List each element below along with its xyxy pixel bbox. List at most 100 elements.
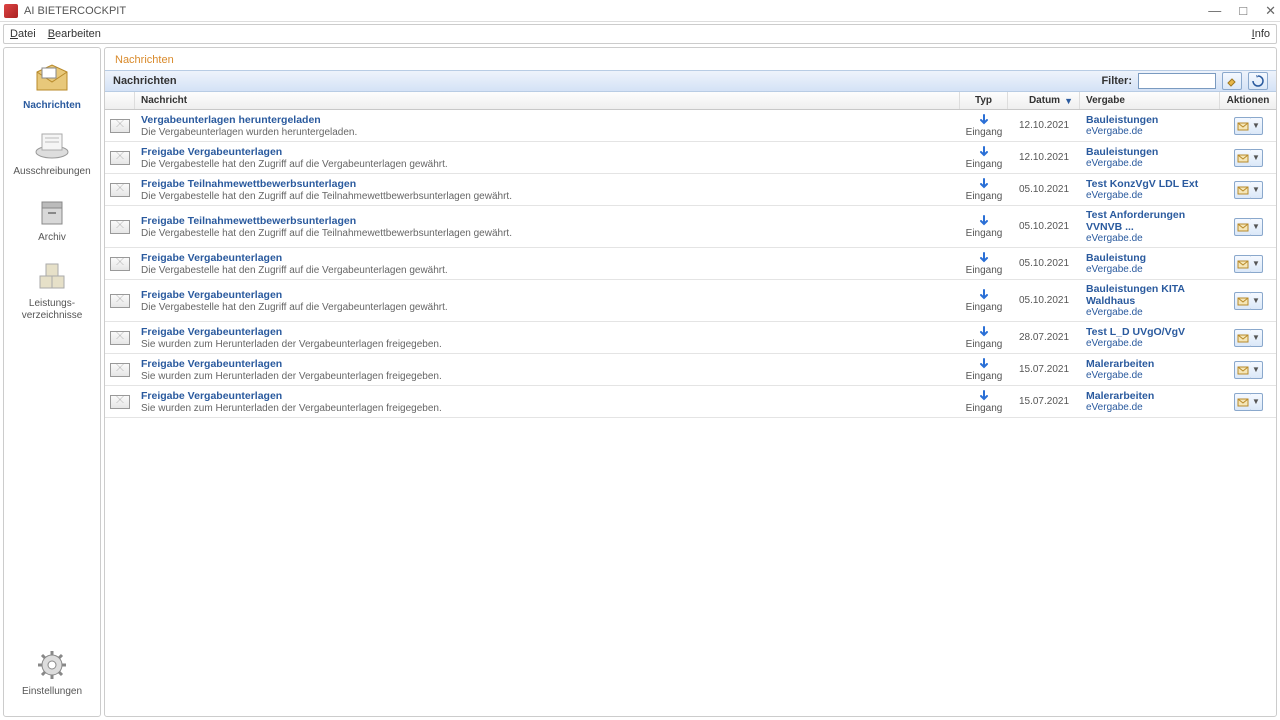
column-header-type[interactable]: Typ [960, 92, 1008, 109]
message-subtitle: Sie wurden zum Herunterladen der Vergabe… [141, 371, 954, 382]
table-row[interactable]: Vergabeunterlagen heruntergeladen Die Ve… [105, 110, 1276, 142]
message-subtitle: Die Vergabestelle hat den Zugriff auf di… [141, 228, 954, 239]
sidebar-item-einstellungen[interactable]: Einstellungen [4, 642, 100, 708]
sidebar-item-leistungsverzeichnisse[interactable]: Leistungs- verzeichnisse [4, 254, 100, 332]
incoming-arrow-icon [978, 252, 990, 264]
action-dropdown-button[interactable]: ▼ [1251, 181, 1263, 199]
sidebar-item-label: Archiv [38, 232, 66, 244]
eraser-icon [1226, 75, 1238, 87]
open-envelope-icon [1237, 258, 1249, 270]
menu-file[interactable]: Datei [10, 28, 36, 40]
open-message-button[interactable] [1234, 117, 1252, 135]
open-message-button[interactable] [1234, 218, 1252, 236]
table-row[interactable]: Freigabe Vergabeunterlagen Die Vergabest… [105, 280, 1276, 322]
type-label: Eingang [966, 159, 1003, 170]
message-subtitle: Die Vergabestelle hat den Zugriff auf di… [141, 191, 954, 202]
table-row[interactable]: Freigabe Vergabeunterlagen Sie wurden zu… [105, 386, 1276, 418]
tender-title: Malerarbeiten [1086, 390, 1214, 402]
incoming-arrow-icon [978, 215, 990, 227]
message-date: 12.10.2021 [1008, 142, 1080, 173]
action-dropdown-button[interactable]: ▼ [1251, 149, 1263, 167]
menu-edit[interactable]: Bearbeiten [48, 28, 101, 40]
type-label: Eingang [966, 228, 1003, 239]
message-status-icon [105, 174, 135, 205]
table-row[interactable]: Freigabe Teilnahmewettbewerbsunterlagen … [105, 206, 1276, 248]
message-date: 05.10.2021 [1008, 206, 1080, 247]
message-date: 05.10.2021 [1008, 248, 1080, 279]
open-message-button[interactable] [1234, 149, 1252, 167]
open-envelope-icon [1237, 184, 1249, 196]
action-dropdown-button[interactable]: ▼ [1251, 393, 1263, 411]
sidebar-item-ausschreibungen[interactable]: Ausschreibungen [4, 122, 100, 188]
archive-icon [31, 194, 73, 228]
column-header-row: Nachricht Typ Datum▼ Vergabe Aktionen [105, 92, 1276, 110]
table-row[interactable]: Freigabe Teilnahmewettbewerbsunterlagen … [105, 174, 1276, 206]
table-row[interactable]: Freigabe Vergabeunterlagen Die Vergabest… [105, 248, 1276, 280]
message-date: 05.10.2021 [1008, 280, 1080, 321]
incoming-arrow-icon [978, 114, 990, 126]
sidebar-item-archiv[interactable]: Archiv [4, 188, 100, 254]
filter-input[interactable] [1138, 73, 1216, 89]
action-dropdown-button[interactable]: ▼ [1251, 255, 1263, 273]
type-label: Eingang [966, 403, 1003, 414]
incoming-arrow-icon [978, 146, 990, 158]
tender-title: Test KonzVgV LDL Ext [1086, 178, 1214, 190]
column-header-message[interactable]: Nachricht [135, 92, 960, 109]
tender-platform: eVergabe.de [1086, 233, 1214, 244]
sidebar-item-label: Ausschreibungen [13, 166, 90, 178]
open-message-button[interactable] [1234, 361, 1252, 379]
action-dropdown-button[interactable]: ▼ [1251, 292, 1263, 310]
app-icon [4, 4, 18, 18]
maximize-button[interactable]: □ [1239, 4, 1247, 17]
message-title: Freigabe Teilnahmewettbewerbsunterlagen [141, 178, 954, 190]
document-tray-icon [31, 128, 73, 162]
mail-icon [31, 62, 73, 96]
column-header-tender[interactable]: Vergabe [1080, 92, 1220, 109]
open-envelope-icon [1237, 332, 1249, 344]
action-dropdown-button[interactable]: ▼ [1251, 117, 1263, 135]
refresh-icon [1252, 75, 1264, 87]
tender-platform: eVergabe.de [1086, 370, 1214, 381]
sidebar-item-nachrichten[interactable]: Nachrichten [4, 56, 100, 122]
clear-filter-button[interactable] [1222, 72, 1242, 90]
open-message-button[interactable] [1234, 329, 1252, 347]
message-date: 15.07.2021 [1008, 386, 1080, 417]
tender-title: Bauleistung [1086, 252, 1214, 264]
chevron-down-icon: ▼ [1252, 153, 1260, 162]
table-row[interactable]: Freigabe Vergabeunterlagen Sie wurden zu… [105, 322, 1276, 354]
close-button[interactable]: ✕ [1265, 4, 1276, 17]
message-subtitle: Die Vergabestelle hat den Zugriff auf di… [141, 302, 954, 313]
action-dropdown-button[interactable]: ▼ [1251, 361, 1263, 379]
open-message-button[interactable] [1234, 255, 1252, 273]
message-date: 28.07.2021 [1008, 322, 1080, 353]
action-dropdown-button[interactable]: ▼ [1251, 329, 1263, 347]
open-message-button[interactable] [1234, 292, 1252, 310]
message-title: Freigabe Vergabeunterlagen [141, 252, 954, 264]
gear-icon [31, 648, 73, 682]
open-envelope-icon [1237, 120, 1249, 132]
envelope-icon [110, 119, 130, 133]
minimize-button[interactable]: — [1208, 4, 1221, 17]
chevron-down-icon: ▼ [1252, 121, 1260, 130]
open-envelope-icon [1237, 364, 1249, 376]
open-message-button[interactable] [1234, 181, 1252, 199]
tender-platform: eVergabe.de [1086, 307, 1214, 318]
message-status-icon [105, 206, 135, 247]
refresh-button[interactable] [1248, 72, 1268, 90]
message-status-icon [105, 322, 135, 353]
column-header-date[interactable]: Datum▼ [1008, 92, 1080, 109]
sidebar: Nachrichten Ausschreibungen Archiv Leist… [3, 47, 101, 717]
open-message-button[interactable] [1234, 393, 1252, 411]
message-title: Freigabe Vergabeunterlagen [141, 358, 954, 370]
action-dropdown-button[interactable]: ▼ [1251, 218, 1263, 236]
column-header-actions: Aktionen [1220, 92, 1276, 109]
chevron-down-icon: ▼ [1252, 259, 1260, 268]
column-header-icon[interactable] [105, 92, 135, 109]
menu-info[interactable]: Info [1252, 28, 1270, 40]
sort-desc-icon: ▼ [1064, 96, 1073, 106]
message-title: Freigabe Vergabeunterlagen [141, 390, 954, 402]
tender-platform: eVergabe.de [1086, 126, 1214, 137]
table-row[interactable]: Freigabe Vergabeunterlagen Die Vergabest… [105, 142, 1276, 174]
table-row[interactable]: Freigabe Vergabeunterlagen Sie wurden zu… [105, 354, 1276, 386]
message-title: Freigabe Vergabeunterlagen [141, 326, 954, 338]
